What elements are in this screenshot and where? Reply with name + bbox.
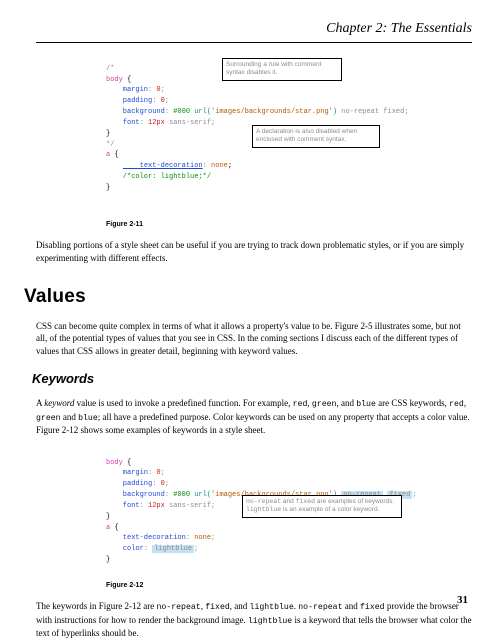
figure-2-11-caption: Figure 2-11 bbox=[106, 220, 472, 229]
heading-values: Values bbox=[24, 284, 472, 310]
paragraph: CSS can become quite complex in terms of… bbox=[36, 320, 472, 358]
heading-keywords: Keywords bbox=[32, 370, 472, 388]
chapter-header: Chapter 2: The Essentials bbox=[36, 20, 472, 43]
paragraph: The keywords in Figure 2-12 are no-repea… bbox=[36, 600, 472, 640]
figure-2-12-code: body { margin: 0; padding: 0; background… bbox=[106, 447, 472, 577]
figure-2-11-code: /* body { margin: 0; padding: 0; backgro… bbox=[106, 53, 472, 216]
page-number: 31 bbox=[457, 593, 468, 608]
annotation-bottom: A declaration is also disabled when encl… bbox=[252, 125, 380, 148]
code-highlight: text-decoration bbox=[123, 162, 203, 170]
annotation-top: Surrounding a rule with comment syntax d… bbox=[222, 58, 342, 81]
paragraph: Disabling portions of a style sheet can … bbox=[36, 239, 472, 264]
annotation-keywords: no-repeat and fixed are examples of keyw… bbox=[242, 495, 402, 518]
highlight-lightblue: lightblue bbox=[152, 545, 194, 553]
paragraph: A keyword value is used to invoke a pred… bbox=[36, 397, 472, 437]
figure-2-12-caption: Figure 2-12 bbox=[106, 581, 472, 590]
